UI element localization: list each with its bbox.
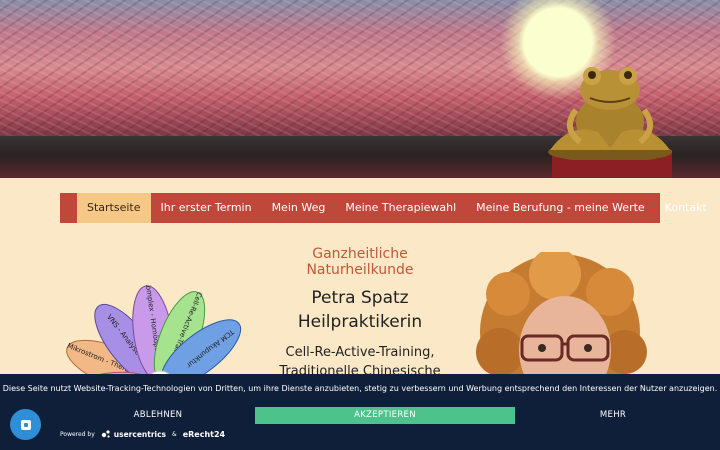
more-button[interactable]: MEHR — [515, 407, 711, 424]
page-subtitle: Ganzheitliche Naturheilkunde — [306, 246, 414, 278]
usercentrics-logo[interactable]: usercentrics — [101, 429, 166, 439]
accept-button[interactable]: AKZEPTIEREN — [255, 407, 515, 424]
nav-item-berufung-werte[interactable]: Meine Berufung - meine Werte — [466, 193, 655, 223]
title-line: Heilpraktikerin — [297, 312, 423, 332]
meditating-frog-statue — [548, 67, 672, 160]
cookie-banner: Diese Seite nutzt Website-Tracking-Techn… — [0, 374, 720, 450]
nav-item-kontakt[interactable]: Kontakt — [655, 193, 717, 223]
erecht24-logo[interactable]: eRecht24 — [183, 430, 225, 439]
portrait-photo — [476, 252, 647, 392]
main-nav: Startseite Ihr erster Termin Mein Weg Me… — [60, 193, 707, 223]
privacy-settings-icon — [20, 419, 31, 430]
practitioner-name: Petra Spatz Heilpraktikerin — [270, 286, 450, 334]
cookie-text: Diese Seite nutzt Website-Tracking-Techn… — [2, 384, 718, 393]
nav-item-therapiewahl[interactable]: Meine Therapiewahl — [335, 193, 466, 223]
usercentrics-label: usercentrics — [113, 429, 167, 439]
powered-by: Powered by usercentrics & eRecht24 — [60, 429, 225, 439]
powered-by-label: Powered by — [60, 430, 95, 438]
privacy-settings-button[interactable] — [10, 409, 41, 440]
usercentrics-logo-icon — [101, 430, 110, 438]
nav-item-erster-termin[interactable]: Ihr erster Termin — [151, 193, 262, 223]
nav-item-startseite[interactable]: Startseite — [77, 193, 151, 223]
nav-item-mein-weg[interactable]: Mein Weg — [262, 193, 336, 223]
amp-sign: & — [172, 430, 177, 438]
name-line: Petra Spatz — [311, 288, 409, 308]
service-line: Cell-Re-Active-Training, — [285, 345, 435, 360]
decline-button[interactable]: ABLEHNEN — [60, 407, 256, 424]
header-image — [0, 0, 720, 178]
